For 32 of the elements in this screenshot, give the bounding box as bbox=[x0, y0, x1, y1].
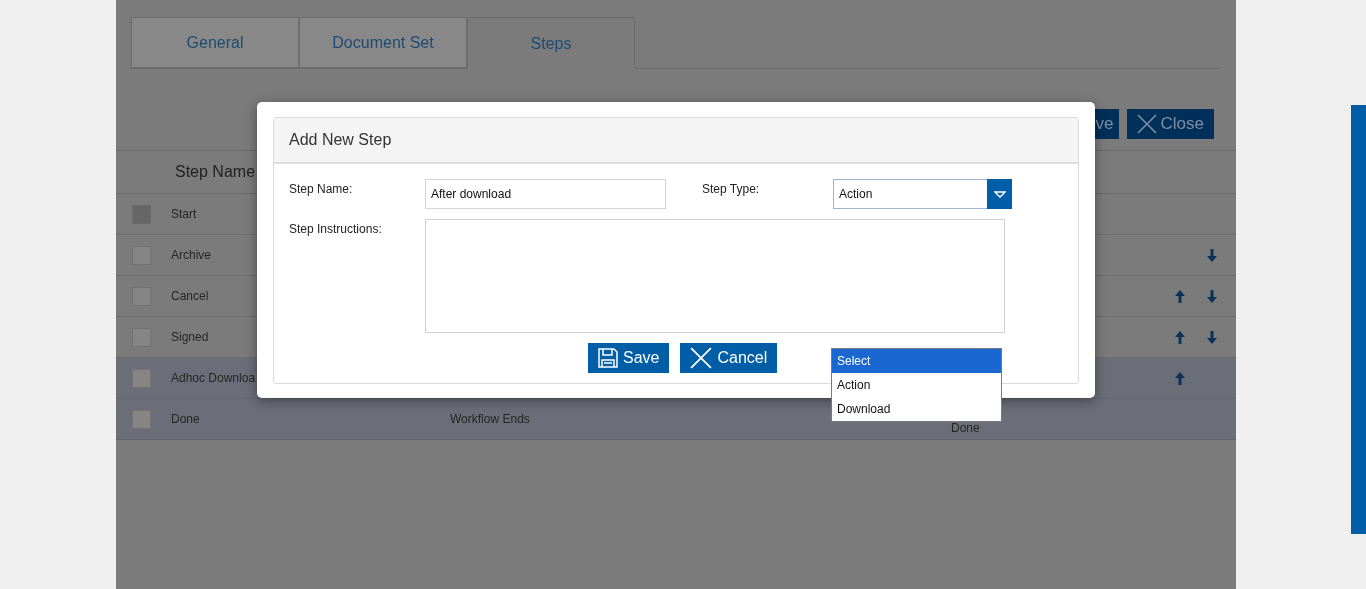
down-arrow-icon[interactable] bbox=[1207, 248, 1217, 262]
table-cell: Done bbox=[171, 412, 200, 426]
table-cell: Adhoc Downloa bbox=[171, 371, 256, 385]
close-icon bbox=[1136, 114, 1157, 134]
input-field[interactable] bbox=[425, 219, 1005, 333]
table-cell: Done bbox=[951, 421, 980, 435]
field-label: Step Name: bbox=[289, 181, 354, 196]
up-arrow-icon[interactable] bbox=[1175, 330, 1185, 344]
table-cell: Signed bbox=[171, 330, 209, 344]
save-button[interactable]: Save bbox=[588, 343, 670, 373]
table-cell: Workflow Ends bbox=[450, 412, 530, 426]
dropdown-option[interactable]: Select bbox=[832, 349, 1001, 373]
field-label: Step Instructions: bbox=[289, 221, 383, 236]
cancel-button[interactable]: Cancel bbox=[680, 343, 778, 373]
save-icon bbox=[598, 348, 618, 368]
up-arrow-icon[interactable] bbox=[1175, 289, 1185, 303]
table-cell: Start bbox=[171, 207, 197, 221]
down-arrow-icon[interactable] bbox=[1207, 330, 1217, 344]
dialog-title: Add New Step bbox=[289, 131, 392, 149]
input-field[interactable]: After download bbox=[425, 179, 666, 209]
down-arrow-icon[interactable] bbox=[1207, 289, 1217, 303]
checkbox[interactable] bbox=[132, 368, 151, 388]
up-arrow-icon[interactable] bbox=[1175, 371, 1185, 385]
caret-icon bbox=[993, 190, 1006, 198]
close-button[interactable]: Close bbox=[1126, 109, 1214, 139]
table-cell: Archive bbox=[171, 248, 211, 262]
field-label: Step Type: bbox=[702, 181, 761, 196]
column-header: Step Name bbox=[175, 163, 256, 181]
select-field[interactable]: Action bbox=[833, 179, 1012, 209]
table-cell: Cancel bbox=[171, 289, 209, 303]
checkbox[interactable] bbox=[132, 409, 151, 429]
close-icon bbox=[690, 347, 713, 369]
